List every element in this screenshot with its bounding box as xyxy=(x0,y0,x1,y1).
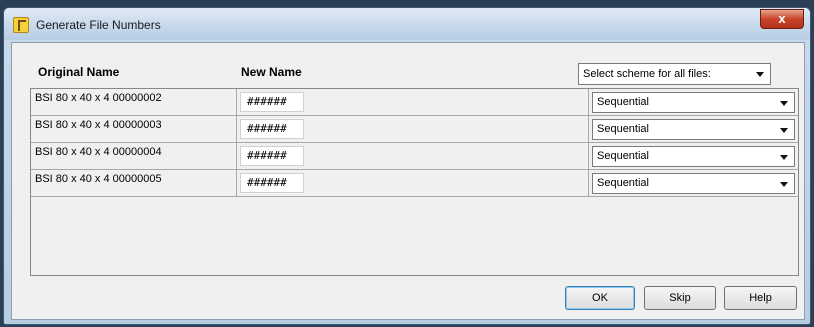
chevron-down-icon xyxy=(780,154,788,160)
table-row: BSI 80 x 40 x 4 00000002 ###### Sequenti… xyxy=(31,89,798,116)
chevron-down-icon xyxy=(780,127,788,133)
dialog-title: Generate File Numbers xyxy=(36,18,161,32)
table-row: BSI 80 x 40 x 4 00000003 ###### Sequenti… xyxy=(31,116,798,143)
column-divider xyxy=(588,143,589,169)
scheme-select-value: Sequential xyxy=(597,177,649,189)
table-row: BSI 80 x 40 x 4 00000005 ###### Sequenti… xyxy=(31,170,798,197)
original-name-cell: BSI 80 x 40 x 4 00000003 xyxy=(35,119,162,131)
column-divider xyxy=(236,143,237,169)
column-divider xyxy=(588,89,589,115)
column-divider xyxy=(236,89,237,115)
new-name-field[interactable]: ###### xyxy=(240,119,304,139)
column-header-original-name: Original Name xyxy=(38,65,120,79)
title-bar[interactable]: Generate File Numbers x xyxy=(4,8,810,40)
original-name-cell: BSI 80 x 40 x 4 00000002 xyxy=(35,92,162,104)
chevron-down-icon xyxy=(756,72,764,77)
column-divider xyxy=(236,116,237,142)
column-divider xyxy=(236,170,237,196)
scheme-select-value: Sequential xyxy=(597,123,649,135)
column-header-new-name: New Name xyxy=(241,65,302,79)
chevron-down-icon xyxy=(780,100,788,106)
dialog-window: Generate File Numbers x Original Name Ne… xyxy=(3,7,811,325)
scheme-all-select[interactable]: Select scheme for all files: xyxy=(578,63,771,85)
scheme-select[interactable]: Sequential xyxy=(592,119,795,140)
original-name-cell: BSI 80 x 40 x 4 00000005 xyxy=(35,173,162,185)
table-row: BSI 80 x 40 x 4 00000004 ###### Sequenti… xyxy=(31,143,798,170)
column-divider xyxy=(588,116,589,142)
scheme-select[interactable]: Sequential xyxy=(592,146,795,167)
file-list: BSI 80 x 40 x 4 00000002 ###### Sequenti… xyxy=(30,88,799,276)
app-icon xyxy=(13,17,29,33)
ok-button[interactable]: OK xyxy=(565,286,635,310)
scheme-all-label: Select scheme for all files: xyxy=(583,68,711,80)
original-name-cell: BSI 80 x 40 x 4 00000004 xyxy=(35,146,162,158)
skip-button[interactable]: Skip xyxy=(644,286,716,310)
scheme-select[interactable]: Sequential xyxy=(592,92,795,113)
dialog-content: Original Name New Name Select scheme for… xyxy=(11,42,805,320)
chevron-down-icon xyxy=(780,181,788,187)
help-button[interactable]: Help xyxy=(724,286,797,310)
scheme-select-value: Sequential xyxy=(597,150,649,162)
column-divider xyxy=(588,170,589,196)
new-name-field[interactable]: ###### xyxy=(240,146,304,166)
new-name-field[interactable]: ###### xyxy=(240,92,304,112)
scheme-select-value: Sequential xyxy=(597,96,649,108)
new-name-field[interactable]: ###### xyxy=(240,173,304,193)
close-button[interactable]: x xyxy=(760,9,804,29)
scheme-select[interactable]: Sequential xyxy=(592,173,795,194)
